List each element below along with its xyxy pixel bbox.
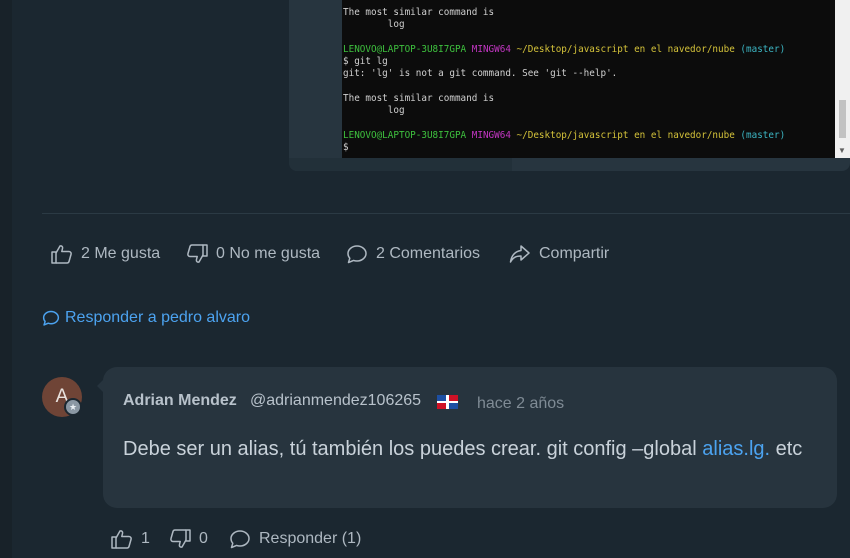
terminal-text: LENOVO@LAPTOP-3U8I7GPA xyxy=(343,43,472,55)
terminal-line: The most similar command is xyxy=(343,93,850,105)
terminal-text: ~/Desktop/javascript en el navedor/nube xyxy=(516,129,741,141)
dislikes-count: 0 No me gusta xyxy=(216,245,321,262)
image-card-footer xyxy=(289,158,512,171)
comment-icon xyxy=(347,245,367,264)
terminal-text: ~/Desktop/javascript en el navedor/nube xyxy=(516,43,741,55)
terminal-screenshot[interactable]: The most similar command is log LENOVO@LA… xyxy=(342,0,850,158)
like-button[interactable]: 2 Me gusta xyxy=(51,243,160,265)
star-badge-icon: ★ xyxy=(64,398,82,416)
terminal-text: (master) xyxy=(740,43,786,55)
thumbs-up-icon xyxy=(51,245,72,264)
reply-to-label: Responder a pedro alvaro xyxy=(65,309,251,326)
terminal-scrollbar[interactable]: ▼ xyxy=(835,0,850,158)
share-button[interactable]: Compartir xyxy=(509,243,609,265)
terminal-text: log xyxy=(343,105,405,117)
comment-body: Debe ser un alias, tú también los puedes… xyxy=(123,438,802,461)
thumbs-up-icon xyxy=(111,530,132,549)
terminal-line: $ xyxy=(343,142,850,154)
terminal-scroll-thumb[interactable] xyxy=(839,100,846,138)
comment-icon xyxy=(42,310,60,326)
thumbs-down-icon xyxy=(170,529,191,548)
terminal-line: git: 'lg' is not a git command. See 'git… xyxy=(343,68,850,80)
comment-reply-button[interactable]: Responder (1) xyxy=(229,528,361,550)
divider xyxy=(42,213,850,214)
comment-text-after: etc xyxy=(770,438,803,460)
terminal-text: MINGW64 xyxy=(471,129,517,141)
terminal-text: (master) xyxy=(740,129,786,141)
terminal-line: log xyxy=(343,19,850,31)
comments-button[interactable]: 2 Comentarios xyxy=(346,243,480,265)
share-icon xyxy=(509,245,530,263)
terminal-text: $ xyxy=(343,142,349,154)
comment-author[interactable]: Adrian Mendez xyxy=(123,392,237,410)
dislike-button[interactable]: 0 No me gusta xyxy=(186,243,320,265)
comment-timestamp: hace 2 años xyxy=(477,395,565,412)
terminal-text: LENOVO@LAPTOP-3U8I7GPA xyxy=(343,129,472,141)
terminal-text: log xyxy=(343,19,405,31)
likes-count: 2 Me gusta xyxy=(81,245,161,262)
terminal-text: The most similar command is xyxy=(343,93,495,105)
comments-count: 2 Comentarios xyxy=(376,245,481,262)
comment-like-button[interactable]: 1 xyxy=(111,528,150,550)
comment-dislikes-count: 0 xyxy=(199,530,208,547)
terminal-text: git: 'lg' is not a git command. See 'git… xyxy=(343,68,618,80)
comment-likes-count: 1 xyxy=(141,530,150,547)
comment-handle[interactable]: @adrianmendez106265 xyxy=(250,392,421,410)
comment-icon xyxy=(230,530,250,549)
share-label: Compartir xyxy=(539,245,610,262)
comment-inline-link[interactable]: alias.lg. xyxy=(702,438,770,460)
comment-reply-label: Responder (1) xyxy=(259,530,362,547)
terminal-text: MINGW64 xyxy=(471,43,517,55)
terminal-line: The most similar command is xyxy=(343,7,850,19)
flag-dominican-republic-icon xyxy=(437,395,458,409)
terminal-line: LENOVO@LAPTOP-3U8I7GPA MINGW64 ~/Desktop… xyxy=(343,130,850,142)
thumbs-down-icon xyxy=(187,244,208,263)
terminal-text: $ git lg xyxy=(343,56,388,68)
scroll-down-arrow-icon[interactable]: ▼ xyxy=(838,146,846,156)
terminal-line: log xyxy=(343,105,850,117)
reply-to-link[interactable]: Responder a pedro alvaro xyxy=(42,307,250,329)
comment-dislike-button[interactable]: 0 xyxy=(169,528,208,550)
left-rail xyxy=(0,0,12,558)
terminal-text: The most similar command is xyxy=(343,7,495,18)
terminal-line: LENOVO@LAPTOP-3U8I7GPA MINGW64 ~/Desktop… xyxy=(343,44,850,56)
comment-text-before: Debe ser un alias, tú también los puedes… xyxy=(123,438,703,460)
terminal-line: $ git lg xyxy=(343,56,850,68)
